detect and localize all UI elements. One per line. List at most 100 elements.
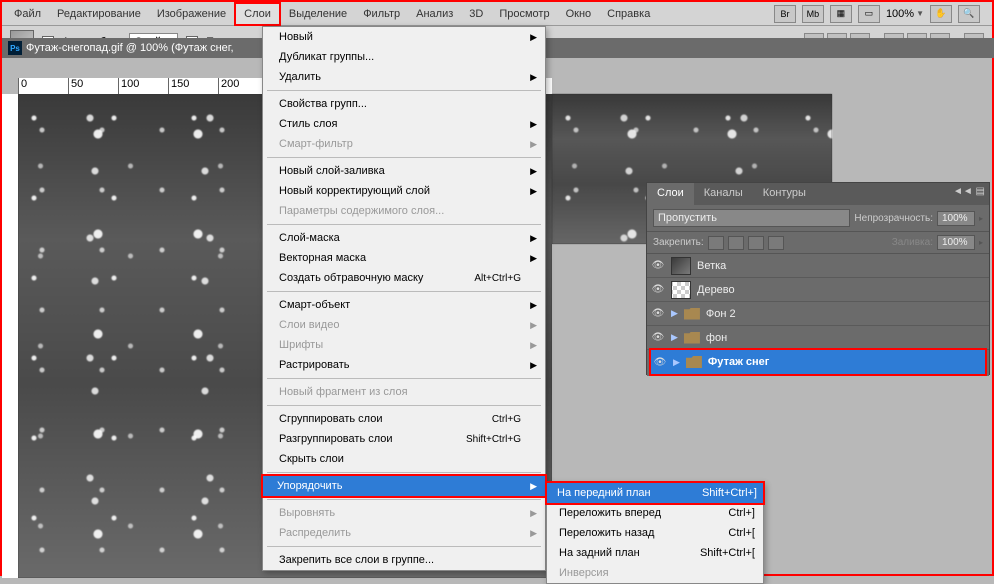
menu-item[interactable]: Разгруппировать слоиShift+Ctrl+G: [263, 429, 545, 449]
menu-item[interactable]: Векторная маска▶: [263, 248, 545, 268]
tab-layers[interactable]: Слои: [647, 183, 694, 205]
submenu-item[interactable]: На передний планShift+Ctrl+]: [545, 481, 765, 505]
expand-icon[interactable]: ▶: [671, 308, 678, 319]
menu-item[interactable]: Закрепить все слои в группе...: [263, 550, 545, 570]
eye-icon[interactable]: 👁: [653, 356, 667, 368]
submenu-item[interactable]: Переложить назадCtrl+[: [547, 523, 763, 543]
tab-paths[interactable]: Контуры: [753, 183, 816, 205]
menu-item[interactable]: Стиль слоя▶: [263, 114, 545, 134]
chevron-icon[interactable]: ▸: [979, 214, 983, 223]
panel-blend-row: Пропустить Непрозрачность: 100% ▸: [647, 205, 989, 232]
layer-name: Дерево: [697, 284, 735, 296]
menu-file[interactable]: Файл: [6, 4, 49, 24]
menu-analysis[interactable]: Анализ: [408, 4, 461, 24]
opacity-value[interactable]: 100%: [937, 211, 975, 226]
extras-button[interactable]: ▭: [858, 5, 880, 23]
menu-item: Слои видео▶: [263, 315, 545, 335]
eye-icon[interactable]: 👁: [651, 308, 665, 320]
menu-item[interactable]: Смарт-объект▶: [263, 295, 545, 315]
expand-icon[interactable]: ▶: [671, 332, 678, 343]
menu-item: Выровнять▶: [263, 503, 545, 523]
menu-item: Параметры содержимого слоя...: [263, 201, 545, 221]
menubar: Файл Редактирование Изображение Слои Выд…: [2, 2, 992, 26]
eye-icon[interactable]: 👁: [651, 260, 665, 272]
ps-icon: Ps: [8, 41, 22, 55]
zoom-tool-button[interactable]: 🔍: [958, 5, 980, 23]
lock-all-icon[interactable]: [768, 236, 784, 250]
folder-icon: [686, 356, 702, 368]
menu-view[interactable]: Просмотр: [491, 4, 557, 24]
layer-row[interactable]: 👁 ▶ фон: [647, 326, 989, 350]
arrange-submenu: На передний планShift+Ctrl+]Переложить в…: [546, 482, 764, 584]
menu-item[interactable]: Удалить▶: [263, 67, 545, 87]
submenu-item: Инверсия: [547, 563, 763, 583]
lock-position-icon[interactable]: [748, 236, 764, 250]
menu-select[interactable]: Выделение: [281, 4, 355, 24]
layer-thumbnail: [671, 257, 691, 275]
layer-list: 👁 Ветка 👁 Дерево 👁 ▶ Фон 2 👁 ▶ фон 👁 ▶ Футаж снег: [647, 254, 989, 376]
menu-edit[interactable]: Редактирование: [49, 4, 149, 24]
menu-item[interactable]: Новый▶: [263, 27, 545, 47]
menu-item[interactable]: Слой-маска▶: [263, 228, 545, 248]
menu-item: Новый фрагмент из слоя: [263, 382, 545, 402]
folder-icon: [684, 308, 700, 320]
layer-row[interactable]: 👁 ▶ Футаж снег: [649, 348, 987, 376]
expand-icon[interactable]: ▶: [673, 357, 680, 368]
folder-icon: [684, 332, 700, 344]
document-title: Футаж-снегопад.gif @ 100% (Футаж снег,: [26, 42, 234, 54]
layers-panel: ◄◄ ▤ Слои Каналы Контуры Пропустить Непр…: [646, 182, 990, 375]
panel-menu-icon[interactable]: ◄◄ ▤: [953, 186, 985, 197]
layer-name: Футаж снег: [708, 356, 769, 368]
lock-transparency-icon[interactable]: [708, 236, 724, 250]
menu-help[interactable]: Справка: [599, 4, 658, 24]
menu-item: Шрифты▶: [263, 335, 545, 355]
menu-item: Распределить▶: [263, 523, 545, 543]
layer-row[interactable]: 👁 ▶ Фон 2: [647, 302, 989, 326]
eye-icon[interactable]: 👁: [651, 332, 665, 344]
menu-3d[interactable]: 3D: [461, 4, 491, 24]
fill-label: Заливка:: [892, 237, 933, 248]
menu-item[interactable]: Сгруппировать слоиCtrl+G: [263, 409, 545, 429]
submenu-item[interactable]: На задний планShift+Ctrl+[: [547, 543, 763, 563]
bridge-button[interactable]: Br: [774, 5, 796, 23]
screen-mode-button[interactable]: ▦: [830, 5, 852, 23]
zoom-value: 100%: [886, 8, 914, 20]
menu-item: Смарт-фильтр▶: [263, 134, 545, 154]
eye-icon[interactable]: 👁: [651, 284, 665, 296]
chevron-icon-2[interactable]: ▸: [979, 238, 983, 247]
lock-label: Закрепить:: [653, 237, 704, 248]
chevron-down-icon: ▼: [916, 9, 924, 18]
layer-name: фон: [706, 332, 727, 344]
ruler-vertical: [2, 94, 18, 578]
hand-tool-button[interactable]: ✋: [930, 5, 952, 23]
menu-window[interactable]: Окно: [558, 4, 600, 24]
menu-item[interactable]: Упорядочить▶: [261, 474, 547, 498]
menubar-tools: Br Mb ▦ ▭ 100% ▼ ✋ 🔍: [774, 5, 988, 23]
panel-tabs: Слои Каналы Контуры: [647, 183, 989, 205]
menu-item[interactable]: Скрыть слои: [263, 449, 545, 469]
menu-filter[interactable]: Фильтр: [355, 4, 408, 24]
menu-image[interactable]: Изображение: [149, 4, 234, 24]
zoom-display[interactable]: 100% ▼: [886, 8, 924, 20]
tab-channels[interactable]: Каналы: [694, 183, 753, 205]
layer-name: Ветка: [697, 260, 726, 272]
layer-row[interactable]: 👁 Ветка: [647, 254, 989, 278]
menu-item[interactable]: Дубликат группы...: [263, 47, 545, 67]
blend-mode-select[interactable]: Пропустить: [653, 209, 850, 227]
menu-item[interactable]: Создать обтравочную маскуAlt+Ctrl+G: [263, 268, 545, 288]
layer-thumbnail: [671, 281, 691, 299]
layer-row[interactable]: 👁 Дерево: [647, 278, 989, 302]
menu-layers[interactable]: Слои: [234, 2, 281, 26]
layer-name: Фон 2: [706, 308, 736, 320]
opacity-label: Непрозрачность:: [854, 213, 933, 224]
menu-item[interactable]: Растрировать▶: [263, 355, 545, 375]
menu-item[interactable]: Свойства групп...: [263, 94, 545, 114]
lock-pixels-icon[interactable]: [728, 236, 744, 250]
menu-item[interactable]: Новый слой-заливка▶: [263, 161, 545, 181]
minibridge-button[interactable]: Mb: [802, 5, 824, 23]
layers-dropdown: Новый▶Дубликат группы...Удалить▶ Свойства…: [262, 26, 546, 571]
submenu-item[interactable]: Переложить впередCtrl+]: [547, 503, 763, 523]
fill-value[interactable]: 100%: [937, 235, 975, 250]
menu-item[interactable]: Новый корректирующий слой▶: [263, 181, 545, 201]
panel-lock-row: Закрепить: Заливка: 100% ▸: [647, 232, 989, 254]
